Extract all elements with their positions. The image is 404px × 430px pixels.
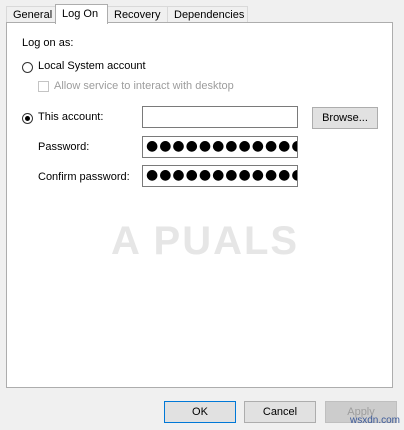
log-on-as-heading: Log on as: bbox=[22, 37, 74, 49]
tab-general[interactable]: General bbox=[6, 6, 56, 22]
local-system-label[interactable]: Local System account bbox=[38, 60, 146, 72]
tab-dependencies-label: Dependencies bbox=[174, 9, 245, 21]
interact-desktop-checkbox[interactable] bbox=[38, 81, 49, 92]
tab-dependencies[interactable]: Dependencies bbox=[167, 6, 248, 22]
confirm-password-label: Confirm password: bbox=[38, 171, 130, 183]
this-account-label[interactable]: This account: bbox=[38, 111, 103, 123]
tab-general-label: General bbox=[13, 9, 53, 21]
account-input[interactable] bbox=[142, 106, 298, 128]
tab-recovery[interactable]: Recovery bbox=[107, 6, 168, 22]
interact-desktop-label: Allow service to interact with desktop bbox=[54, 80, 234, 92]
this-account-radio[interactable] bbox=[22, 113, 33, 124]
browse-button[interactable]: Browse... bbox=[312, 107, 378, 129]
password-input[interactable]: ●●●●●●●●●●●●●●● bbox=[142, 136, 298, 158]
confirm-password-input[interactable]: ●●●●●●●●●●●●●●● bbox=[142, 165, 298, 187]
tab-recovery-label: Recovery bbox=[114, 9, 161, 21]
tab-log-on[interactable]: Log On bbox=[55, 4, 108, 24]
log-on-panel: A PUALS Log on as: Local System account … bbox=[6, 22, 393, 388]
ok-button[interactable]: OK bbox=[164, 401, 236, 423]
local-system-radio[interactable] bbox=[22, 62, 33, 73]
tab-log-on-label: Log On bbox=[62, 8, 99, 20]
cancel-button[interactable]: Cancel bbox=[244, 401, 316, 423]
appuals-watermark: A PUALS bbox=[111, 219, 300, 263]
site-watermark: wsxdn.com bbox=[349, 415, 400, 426]
password-label: Password: bbox=[38, 141, 90, 153]
